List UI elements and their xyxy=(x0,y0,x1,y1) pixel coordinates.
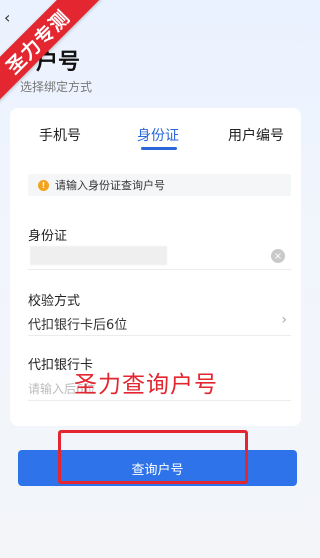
notice-text: 请输入身份证查询户号 xyxy=(55,179,165,192)
tab-bar: 手机号 身份证 用户编号 xyxy=(10,108,301,158)
watermark-overlay-text: 圣力查询户号 xyxy=(74,372,218,398)
id-card-field[interactable]: × xyxy=(28,242,291,270)
clear-icon[interactable]: × xyxy=(271,249,285,263)
tab-active-indicator xyxy=(141,147,177,150)
verify-method-label: 校验方式 xyxy=(28,294,81,309)
notice-banner: ! 请输入身份证查询户号 xyxy=(28,174,291,196)
verify-method-select[interactable]: 代扣银行卡后6位 › xyxy=(28,308,291,336)
verify-method-value: 代扣银行卡后6位 xyxy=(28,318,128,333)
highlight-box xyxy=(58,430,248,484)
chevron-left-icon: ‹ xyxy=(4,8,11,27)
tab-phone[interactable]: 手机号 xyxy=(39,125,81,155)
tab-id-card[interactable]: 身份证 xyxy=(137,125,179,155)
page-subtitle: 选择绑定方式 xyxy=(20,80,93,94)
back-button[interactable]: ‹ xyxy=(4,8,18,28)
masked-id-value xyxy=(30,246,167,265)
warning-icon: ! xyxy=(38,179,49,191)
tab-user-number[interactable]: 用户编号 xyxy=(228,125,284,155)
chevron-right-icon: › xyxy=(281,312,287,328)
